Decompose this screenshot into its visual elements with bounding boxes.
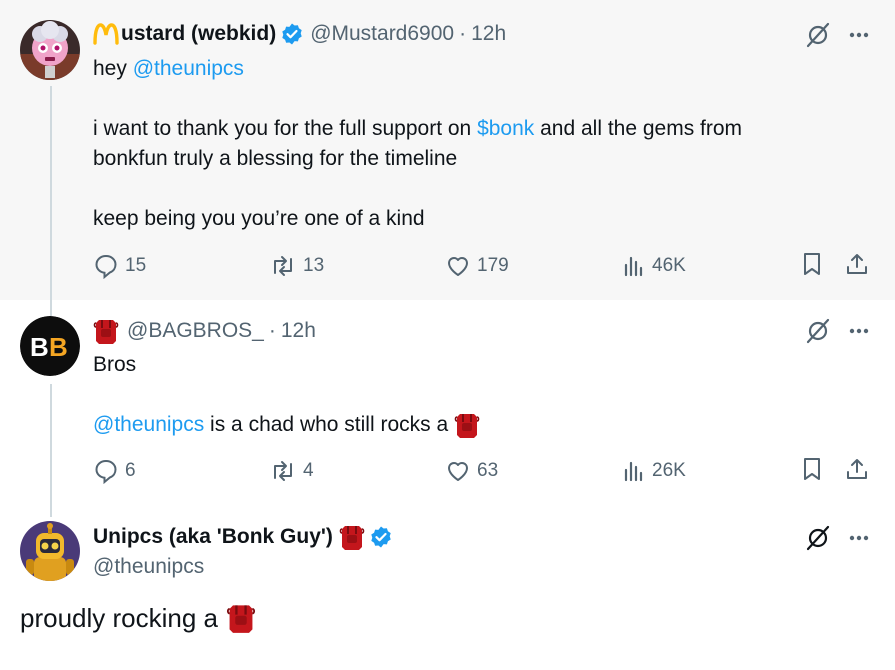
tweet-top-actions — [805, 525, 871, 551]
author-handle[interactable]: @BAGBROS_ — [127, 317, 264, 345]
grok-icon[interactable] — [805, 525, 831, 551]
share-icon — [847, 254, 867, 274]
like-button[interactable]: 63 — [445, 456, 498, 486]
tweet-unipcs[interactable]: Unipcs (aka 'Bonk Guy') @theunipcs proud… — [0, 505, 895, 670]
verified-icon — [280, 22, 304, 46]
avatar-bagbros[interactable]: B B — [20, 316, 80, 376]
body-text: bonkfun truly a blessing for the timelin… — [93, 147, 458, 170]
body-text: keep being you you’re one of a kind — [93, 207, 425, 230]
repost-count: 13 — [303, 255, 325, 276]
share-button[interactable] — [844, 251, 876, 277]
tweet-mustard[interactable]: ustard (webkid) @Mustard6900 · 12h hey @… — [0, 0, 895, 300]
share-button[interactable] — [844, 456, 876, 482]
author-handle[interactable]: @Mustard6900 — [310, 20, 454, 48]
action-bar: 15 13 179 46K — [93, 251, 871, 281]
tweet-header: Unipcs (aka 'Bonk Guy') — [93, 523, 393, 551]
mention-link[interactable]: @theunipcs — [133, 57, 244, 80]
bookmark-button[interactable] — [800, 456, 830, 482]
mcdonalds-logo-icon — [93, 23, 119, 45]
bag-emoji — [454, 411, 480, 439]
views-icon — [624, 256, 643, 277]
avatar-mustard[interactable] — [20, 20, 80, 80]
grok-icon[interactable] — [805, 22, 831, 48]
grok-icon[interactable] — [805, 318, 831, 344]
reply-icon — [95, 459, 117, 484]
reply-icon — [95, 254, 117, 279]
bag-emoji — [93, 317, 119, 345]
views-icon — [624, 461, 643, 482]
thread-line — [50, 86, 52, 300]
bag-emoji — [226, 602, 256, 634]
tweet-header: ustard (webkid) @Mustard6900 · 12h — [93, 20, 506, 48]
view-count: 46K — [652, 255, 686, 276]
author-name[interactable]: Unipcs (aka 'Bonk Guy') — [93, 523, 333, 551]
mention-link[interactable]: @theunipcs — [93, 410, 204, 440]
reply-count: 15 — [125, 255, 147, 276]
more-icon[interactable] — [847, 319, 871, 343]
like-count: 179 — [477, 255, 509, 276]
repost-icon — [274, 256, 292, 276]
bag-emoji — [339, 523, 365, 551]
body-text: is a chad who still rocks a — [204, 413, 449, 436]
tweet-body: Bros @theunipcs is a chad who still rock… — [93, 350, 853, 440]
tweet-bagbros[interactable]: B B @BAGBROS_ · 12h Bros @theunipcs is a… — [0, 300, 895, 505]
tweet-body: hey @theunipcs i want to thank you for t… — [93, 54, 853, 234]
views-button[interactable]: 46K — [622, 251, 686, 281]
more-icon[interactable] — [847, 23, 871, 47]
thread-line — [50, 384, 52, 505]
share-icon — [847, 459, 867, 479]
separator-dot: · — [459, 22, 467, 45]
repost-icon — [274, 461, 292, 481]
timestamp[interactable]: 12h — [281, 317, 316, 345]
repost-button[interactable]: 4 — [269, 456, 314, 486]
like-button[interactable]: 179 — [445, 251, 509, 281]
like-count: 63 — [477, 460, 499, 481]
avatar-unipcs[interactable] — [20, 521, 80, 581]
like-icon — [448, 462, 468, 481]
bookmark-icon — [804, 458, 820, 480]
thread-line — [50, 300, 52, 316]
repost-button[interactable]: 13 — [269, 251, 324, 281]
tweet-header: @BAGBROS_ · 12h — [93, 317, 316, 345]
body-text: Bros — [93, 353, 137, 376]
cashtag-link[interactable]: $bonk — [477, 117, 534, 140]
repost-count: 4 — [303, 460, 314, 481]
author-name[interactable]: ustard (webkid) — [121, 20, 276, 48]
tweet-top-actions — [805, 22, 871, 48]
views-button[interactable]: 26K — [622, 456, 686, 486]
tweet-body: proudly rocking a — [20, 600, 256, 636]
avatar-letter-b2: B — [49, 332, 68, 362]
more-icon[interactable] — [847, 526, 871, 550]
body-text: and all the gems from — [534, 117, 743, 140]
timestamp[interactable]: 12h — [471, 20, 506, 48]
view-count: 26K — [652, 460, 686, 481]
action-bar: 6 4 63 26K — [93, 456, 871, 486]
author-handle[interactable]: @theunipcs — [93, 553, 204, 581]
avatar-letter-b: B — [30, 332, 49, 362]
body-text: i want to thank you for the full support… — [93, 117, 478, 140]
reply-count: 6 — [125, 460, 136, 481]
like-icon — [448, 257, 468, 276]
tweet-top-actions — [805, 318, 871, 344]
separator-dot: · — [268, 319, 276, 342]
bookmark-button[interactable] — [800, 251, 830, 277]
reply-button[interactable]: 15 — [93, 251, 146, 281]
reply-button[interactable]: 6 — [93, 456, 136, 486]
bookmark-icon — [804, 253, 820, 275]
handle-row: @theunipcs — [93, 553, 204, 581]
verified-icon — [369, 525, 393, 549]
body-text: proudly rocking a — [20, 603, 218, 633]
thread-line — [50, 505, 52, 517]
body-text: hey — [93, 57, 133, 80]
